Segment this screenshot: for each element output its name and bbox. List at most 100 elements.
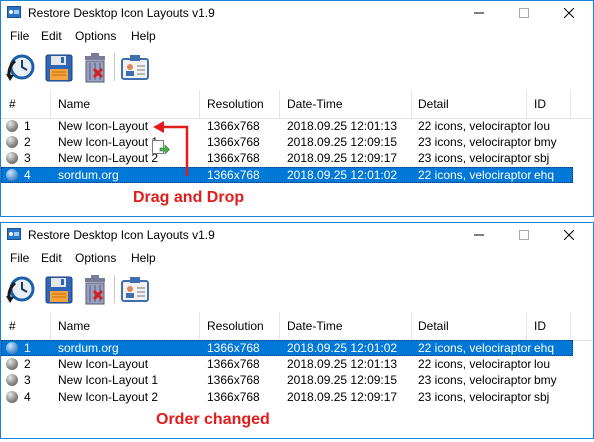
save-layout-button[interactable] bbox=[42, 273, 76, 307]
table-row[interactable]: 2 New Icon-Layout 1 1366x768 2018.09.25 … bbox=[1, 134, 573, 150]
menu-help[interactable]: Help bbox=[131, 29, 156, 43]
row-name: New Icon-Layout 2 bbox=[58, 151, 159, 165]
column-divider[interactable] bbox=[570, 90, 571, 118]
col-header-detail[interactable]: Detail bbox=[418, 319, 449, 333]
menu-file[interactable]: File bbox=[10, 251, 29, 265]
toolbar-separator bbox=[114, 53, 115, 81]
row-datetime: 2018.09.25 12:09:15 bbox=[287, 135, 398, 149]
row-detail: 23 icons, velociraptor bbox=[418, 135, 532, 149]
app-window-before: Restore Desktop Icon Layouts v1.9 File E… bbox=[0, 0, 594, 217]
column-divider[interactable] bbox=[411, 312, 412, 340]
row-id: sbj bbox=[534, 390, 550, 404]
id-card-icon bbox=[121, 55, 149, 80]
col-header-number[interactable]: # bbox=[9, 97, 16, 111]
close-button[interactable] bbox=[547, 1, 592, 25]
column-divider[interactable] bbox=[199, 312, 200, 340]
maximize-icon bbox=[519, 230, 529, 240]
layout-list[interactable]: # Name Resolution Date-Time Detail ID 1 … bbox=[1, 90, 593, 216]
row-datetime: 2018.09.25 12:01:02 bbox=[287, 168, 398, 182]
restore-layout-button[interactable] bbox=[4, 273, 38, 307]
row-name: New Icon-Layout 1 bbox=[58, 135, 159, 149]
col-header-id[interactable]: ID bbox=[534, 319, 546, 333]
table-row[interactable]: 4 New Icon-Layout 2 1366x768 2018.09.25 … bbox=[1, 389, 573, 405]
row-id: lou bbox=[534, 357, 551, 371]
close-icon bbox=[564, 230, 574, 240]
column-divider[interactable] bbox=[279, 90, 280, 118]
col-header-resolution[interactable]: Resolution bbox=[207, 97, 264, 111]
col-header-name[interactable]: Name bbox=[58, 319, 90, 333]
close-button[interactable] bbox=[547, 223, 592, 247]
layout-list[interactable]: # Name Resolution Date-Time Detail ID 1 … bbox=[1, 312, 593, 438]
list-header: # Name Resolution Date-Time Detail ID bbox=[1, 312, 593, 341]
minimize-button[interactable] bbox=[457, 223, 502, 247]
title-bar[interactable]: Restore Desktop Icon Layouts v1.9 bbox=[1, 223, 593, 247]
col-header-name[interactable]: Name bbox=[58, 97, 90, 111]
toolbar-separator bbox=[114, 275, 115, 303]
restore-layout-button[interactable] bbox=[4, 51, 38, 85]
info-button[interactable] bbox=[118, 51, 152, 85]
table-row[interactable]: 1 New Icon-Layout 1366x768 2018.09.25 12… bbox=[1, 118, 573, 134]
row-datetime: 2018.09.25 12:09:17 bbox=[287, 151, 398, 165]
window-title: Restore Desktop Icon Layouts v1.9 bbox=[28, 228, 215, 242]
table-row[interactable]: 2 New Icon-Layout 1366x768 2018.09.25 12… bbox=[1, 356, 573, 372]
table-row[interactable]: 3 New Icon-Layout 2 1366x768 2018.09.25 … bbox=[1, 150, 573, 166]
menu-help[interactable]: Help bbox=[131, 251, 156, 265]
row-number: 1 bbox=[24, 119, 31, 133]
column-divider[interactable] bbox=[411, 90, 412, 118]
layout-orb-icon bbox=[6, 342, 18, 354]
column-divider[interactable] bbox=[50, 90, 51, 118]
row-number: 3 bbox=[24, 151, 31, 165]
layout-orb-icon bbox=[6, 374, 18, 386]
menu-file[interactable]: File bbox=[10, 29, 29, 43]
maximize-button[interactable] bbox=[502, 223, 547, 247]
table-row-selected[interactable]: 1 sordum.org 1366x768 2018.09.25 12:01:0… bbox=[1, 340, 573, 356]
col-header-datetime[interactable]: Date-Time bbox=[287, 319, 343, 333]
drag-drop-cursor-icon bbox=[152, 140, 170, 155]
row-resolution: 1366x768 bbox=[207, 390, 260, 404]
delete-bin-icon bbox=[85, 53, 105, 83]
table-row-selected[interactable]: 4 sordum.org 1366x768 2018.09.25 12:01:0… bbox=[1, 167, 573, 183]
row-resolution: 1366x768 bbox=[207, 373, 260, 387]
column-divider[interactable] bbox=[279, 312, 280, 340]
col-header-resolution[interactable]: Resolution bbox=[207, 319, 264, 333]
row-number: 2 bbox=[24, 135, 31, 149]
column-divider[interactable] bbox=[526, 90, 527, 118]
row-number: 1 bbox=[24, 341, 31, 355]
app-window-after: Restore Desktop Icon Layouts v1.9 File E… bbox=[0, 222, 594, 439]
column-divider[interactable] bbox=[50, 312, 51, 340]
column-divider[interactable] bbox=[526, 312, 527, 340]
minimize-button[interactable] bbox=[457, 1, 502, 25]
row-id: sbj bbox=[534, 151, 550, 165]
toolbar bbox=[1, 269, 593, 309]
row-number: 4 bbox=[24, 390, 31, 404]
column-divider[interactable] bbox=[199, 90, 200, 118]
layout-orb-icon bbox=[6, 152, 18, 164]
row-resolution: 1366x768 bbox=[207, 341, 260, 355]
row-datetime: 2018.09.25 12:09:15 bbox=[287, 373, 398, 387]
menu-options[interactable]: Options bbox=[75, 29, 116, 43]
save-layout-button[interactable] bbox=[42, 51, 76, 85]
row-datetime: 2018.09.25 12:01:13 bbox=[287, 357, 398, 371]
menu-options[interactable]: Options bbox=[75, 251, 116, 265]
row-resolution: 1366x768 bbox=[207, 168, 260, 182]
delete-layout-button[interactable] bbox=[78, 273, 112, 307]
info-button[interactable] bbox=[118, 273, 152, 307]
col-header-id[interactable]: ID bbox=[534, 97, 546, 111]
menu-bar: File Edit Options Help bbox=[1, 248, 593, 268]
title-bar[interactable]: Restore Desktop Icon Layouts v1.9 bbox=[1, 1, 593, 25]
col-header-number[interactable]: # bbox=[9, 319, 16, 333]
row-resolution: 1366x768 bbox=[207, 119, 260, 133]
menu-edit[interactable]: Edit bbox=[41, 251, 62, 265]
col-header-detail[interactable]: Detail bbox=[418, 97, 449, 111]
list-header: # Name Resolution Date-Time Detail ID bbox=[1, 90, 593, 119]
column-divider[interactable] bbox=[570, 312, 571, 340]
table-row[interactable]: 3 New Icon-Layout 1 1366x768 2018.09.25 … bbox=[1, 372, 573, 388]
maximize-button[interactable] bbox=[502, 1, 547, 25]
menu-edit[interactable]: Edit bbox=[41, 29, 62, 43]
layout-orb-icon bbox=[6, 136, 18, 148]
row-name: New Icon-Layout bbox=[58, 119, 149, 133]
delete-layout-button[interactable] bbox=[78, 51, 112, 85]
minimize-icon bbox=[474, 12, 484, 14]
row-name: sordum.org bbox=[58, 341, 119, 355]
col-header-datetime[interactable]: Date-Time bbox=[287, 97, 343, 111]
